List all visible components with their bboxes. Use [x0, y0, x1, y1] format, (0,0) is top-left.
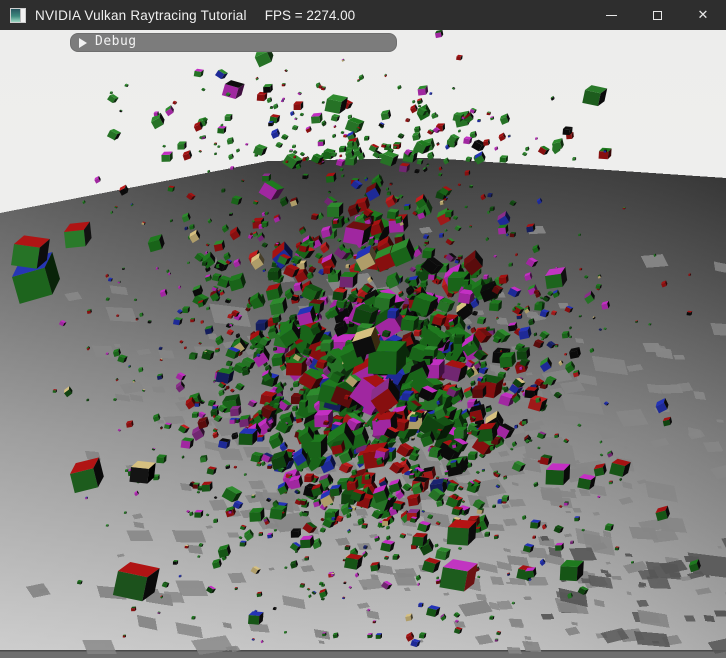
debug-panel-title: Debug: [95, 34, 137, 49]
window-title: NVIDIA Vulkan Raytracing Tutorial: [35, 8, 247, 23]
close-icon: ✕: [698, 9, 709, 22]
raytraced-scene[interactable]: [0, 30, 726, 658]
app-icon: [10, 8, 26, 23]
minimize-button[interactable]: [588, 0, 634, 30]
scene-viewport[interactable]: Debug: [0, 30, 726, 658]
maximize-icon: [653, 11, 662, 20]
app-icon-pane: [11, 9, 20, 22]
maximize-button[interactable]: [634, 0, 680, 30]
fps-counter: FPS = 2274.00: [265, 8, 355, 23]
collapse-arrow-icon[interactable]: [79, 38, 87, 48]
debug-panel-header[interactable]: Debug: [70, 33, 397, 52]
app-icon-pane: [20, 9, 25, 22]
app-window: NVIDIA Vulkan Raytracing Tutorial FPS = …: [0, 0, 726, 658]
close-button[interactable]: ✕: [680, 0, 726, 30]
window-titlebar: NVIDIA Vulkan Raytracing Tutorial FPS = …: [0, 0, 726, 30]
minimize-icon: [606, 15, 617, 16]
